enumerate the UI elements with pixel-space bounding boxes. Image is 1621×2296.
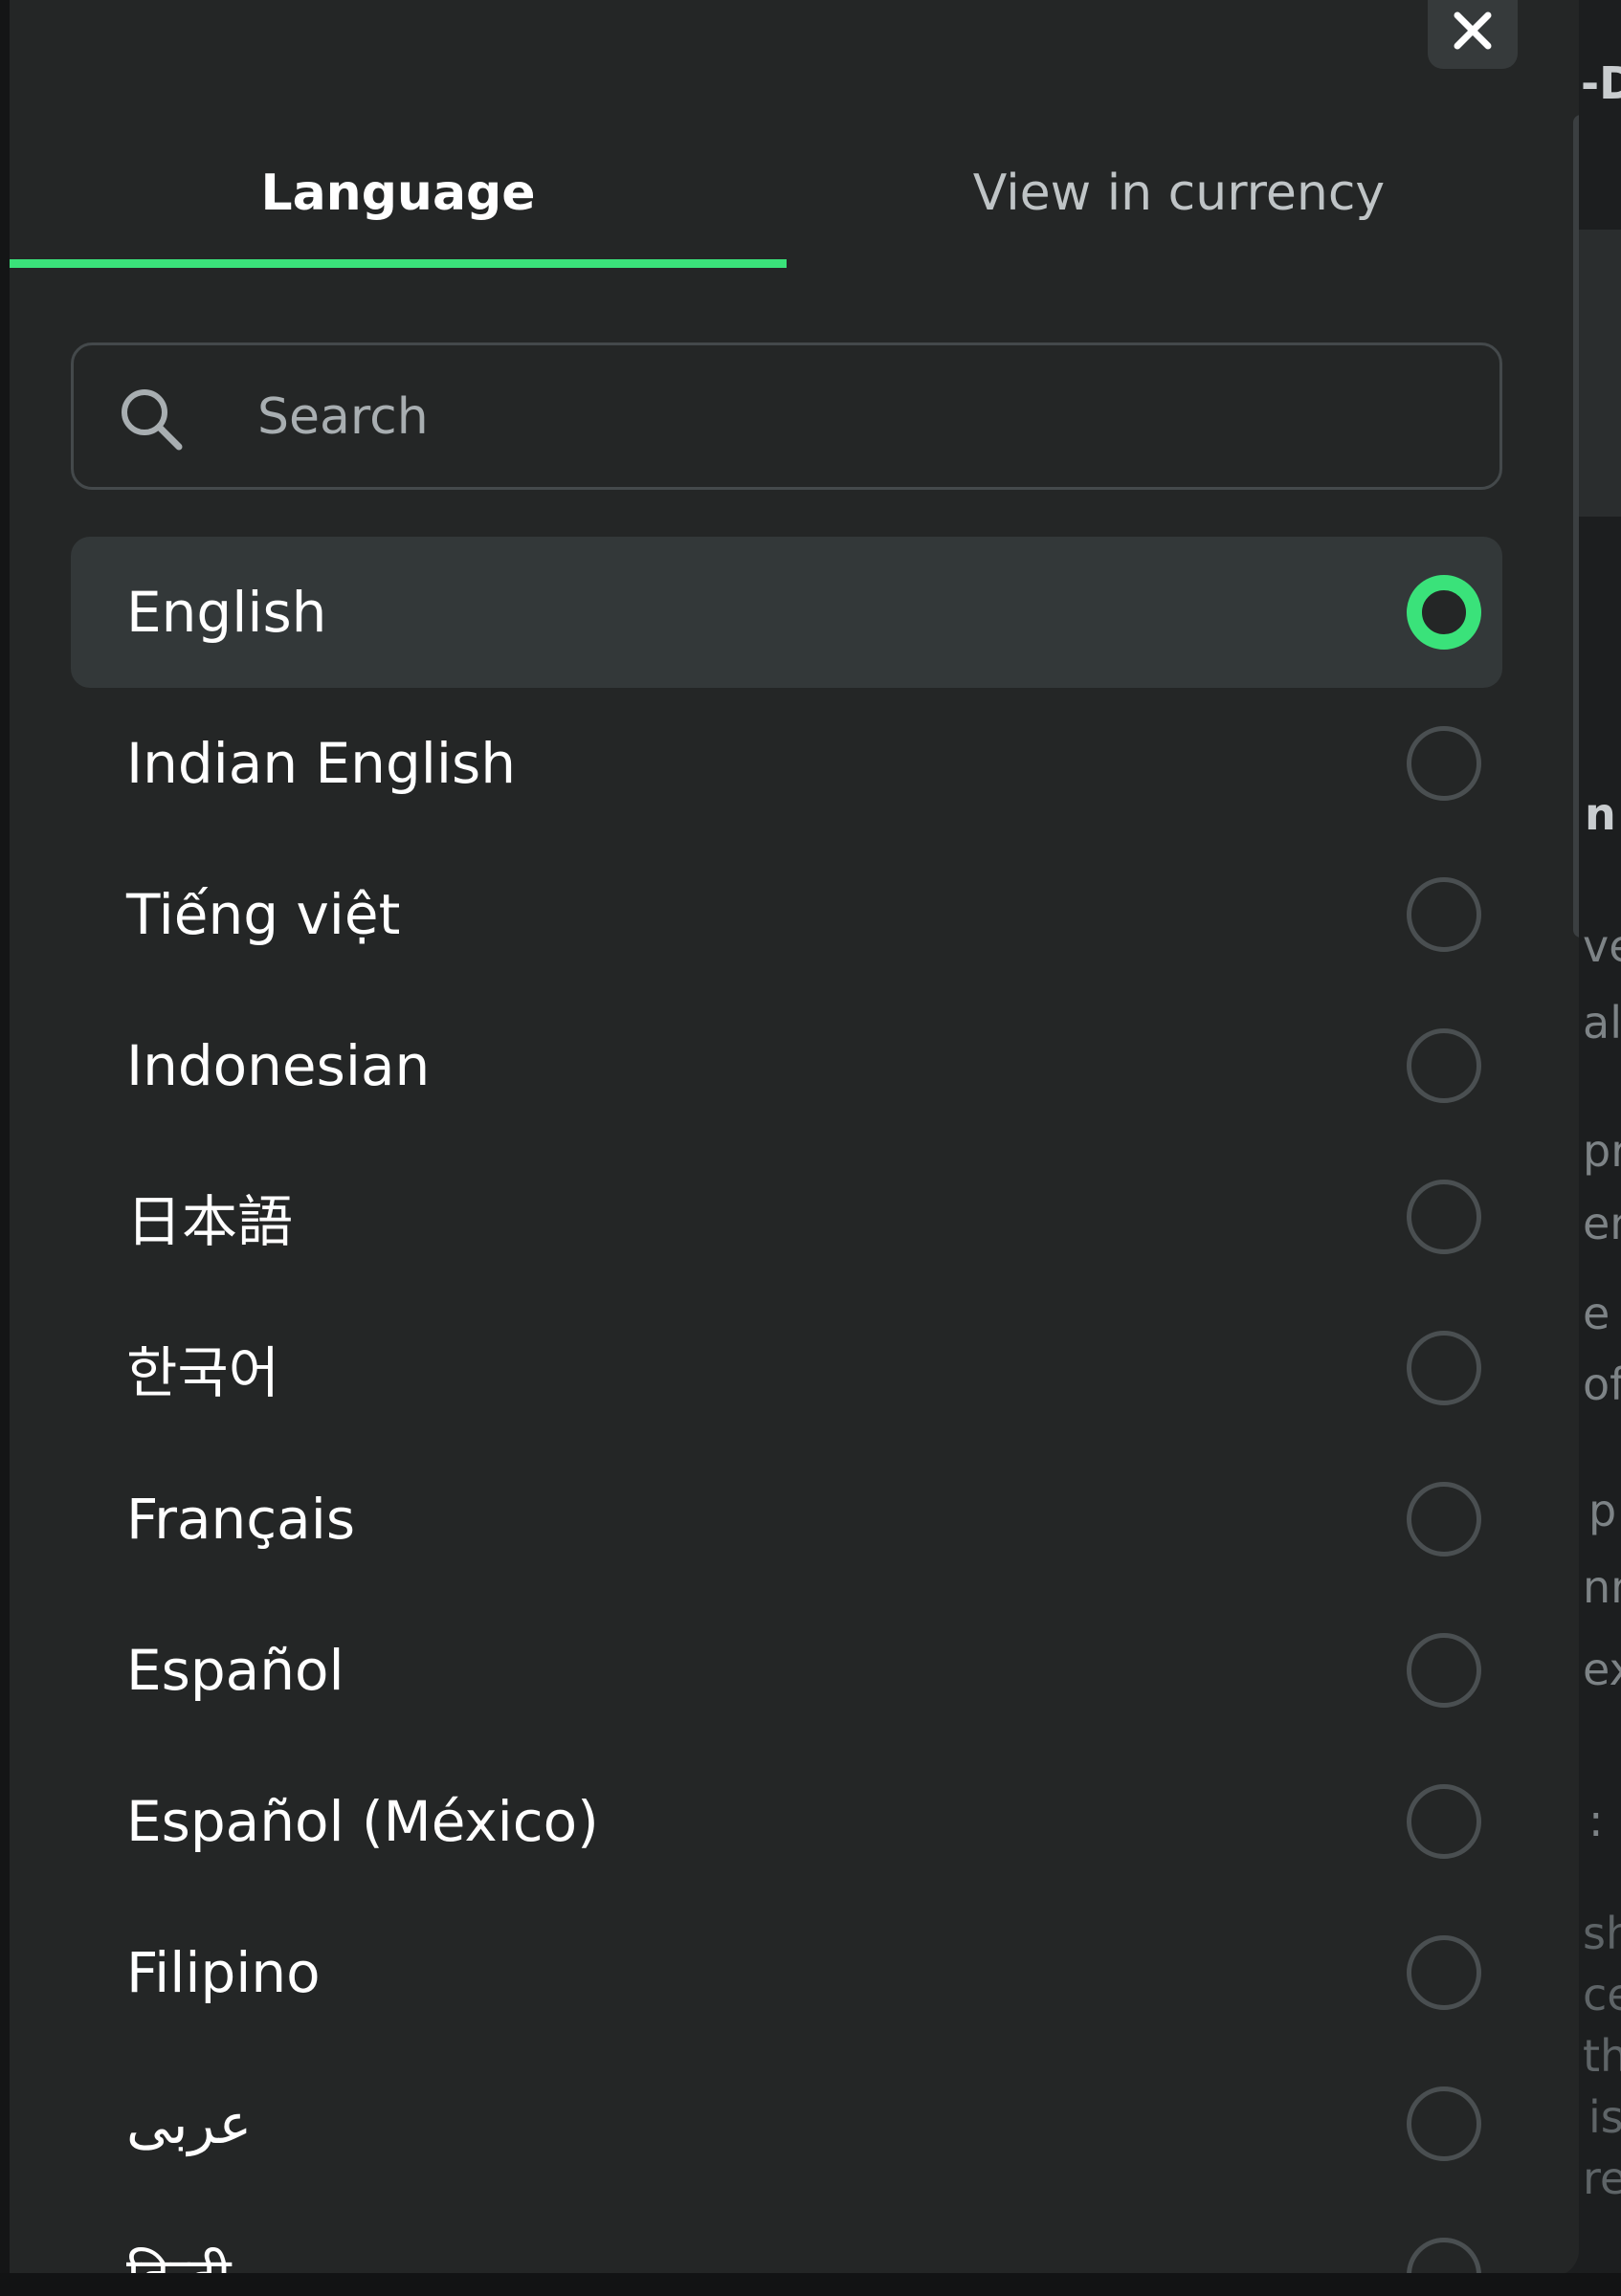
tab-label: View in currency bbox=[972, 165, 1386, 222]
radio-unselected-icon[interactable] bbox=[1407, 877, 1481, 952]
language-option-spanish-mexico[interactable]: Español (México) bbox=[71, 1746, 1502, 1897]
language-label: 한국어 bbox=[126, 1340, 280, 1405]
language-option-japanese[interactable]: 日本語 bbox=[71, 1141, 1502, 1292]
language-option-vietnamese[interactable]: Tiếng việt bbox=[71, 839, 1502, 990]
left-edge-backdrop bbox=[0, 0, 10, 2296]
radio-unselected-icon[interactable] bbox=[1407, 1331, 1481, 1405]
background-text: ex bbox=[1583, 1644, 1621, 1695]
radio-unselected-icon[interactable] bbox=[1407, 1935, 1481, 2010]
radio-unselected-icon[interactable] bbox=[1407, 726, 1481, 801]
background-text: sh bbox=[1583, 1908, 1621, 1959]
language-list: English Indian English Tiếng việt Indone… bbox=[71, 537, 1502, 2277]
language-label: Español (México) bbox=[126, 1789, 599, 1854]
tab-language[interactable]: Language bbox=[10, 134, 787, 268]
active-tab-indicator bbox=[10, 259, 787, 268]
background-text: n bbox=[1585, 788, 1616, 840]
language-label: عربى bbox=[126, 2091, 253, 2156]
tab-view-in-currency[interactable]: View in currency bbox=[796, 134, 1562, 268]
background-text: en bbox=[1583, 1198, 1621, 1249]
language-label: Indonesian bbox=[126, 1033, 431, 1098]
background-text: e g bbox=[1583, 1288, 1621, 1339]
search-input[interactable] bbox=[255, 374, 1461, 460]
search-icon bbox=[122, 389, 183, 451]
language-label: हिन्दी bbox=[126, 2238, 232, 2278]
background-text: p bbox=[1588, 1485, 1617, 1536]
background-text: ce bbox=[1583, 1969, 1621, 2020]
language-label: English bbox=[126, 580, 327, 645]
tab-label: Language bbox=[260, 165, 536, 222]
radio-unselected-icon[interactable] bbox=[1407, 1180, 1481, 1254]
modal-tabs: Language View in currency bbox=[10, 134, 1579, 268]
background-text: : bbox=[1588, 1795, 1604, 1846]
background-text: is bbox=[1588, 2091, 1621, 2143]
language-option-arabic[interactable]: عربى bbox=[71, 2048, 1502, 2199]
language-option-hindi[interactable]: हिन्दी bbox=[71, 2199, 1502, 2277]
background-text: ve bbox=[1583, 920, 1621, 972]
background-text: nn bbox=[1583, 1561, 1621, 1613]
radio-unselected-icon[interactable] bbox=[1407, 1028, 1481, 1103]
language-label: Tiếng việt bbox=[126, 882, 401, 947]
bottom-edge-backdrop bbox=[0, 2273, 1621, 2296]
background-text: the bbox=[1583, 2030, 1621, 2082]
language-option-indonesian[interactable]: Indonesian bbox=[71, 990, 1502, 1141]
language-option-english[interactable]: English bbox=[71, 537, 1502, 688]
background-text: of bbox=[1583, 1358, 1621, 1410]
scrollbar-thumb[interactable] bbox=[1573, 115, 1579, 938]
language-label: Indian English bbox=[126, 731, 516, 796]
background-image-fragment bbox=[1579, 230, 1621, 517]
search-box bbox=[71, 342, 1502, 490]
language-option-spanish[interactable]: Español bbox=[71, 1595, 1502, 1746]
background-text: al bbox=[1583, 997, 1621, 1049]
language-option-french[interactable]: Français bbox=[71, 1444, 1502, 1595]
radio-unselected-icon[interactable] bbox=[1407, 2086, 1481, 2161]
language-option-filipino[interactable]: Filipino bbox=[71, 1897, 1502, 2048]
background-text: rel bbox=[1583, 2152, 1621, 2204]
language-label: Filipino bbox=[126, 1940, 321, 2005]
language-currency-modal: Language View in currency English Indian… bbox=[10, 0, 1579, 2277]
language-label: Français bbox=[126, 1487, 356, 1552]
language-option-indian-english[interactable]: Indian English bbox=[71, 688, 1502, 839]
language-label: 日本語 bbox=[126, 1189, 294, 1254]
radio-unselected-icon[interactable] bbox=[1407, 1633, 1481, 1708]
language-option-korean[interactable]: 한국어 bbox=[71, 1292, 1502, 1444]
radio-unselected-icon[interactable] bbox=[1407, 1784, 1481, 1859]
radio-unselected-icon[interactable] bbox=[1407, 1482, 1481, 1556]
background-text: pro bbox=[1583, 1125, 1621, 1177]
close-button[interactable] bbox=[1428, 0, 1518, 69]
radio-selected-icon[interactable] bbox=[1407, 575, 1481, 650]
radio-unselected-icon[interactable] bbox=[1407, 2238, 1481, 2277]
background-text: -D bbox=[1581, 57, 1621, 109]
language-label: Español bbox=[126, 1638, 344, 1703]
close-icon bbox=[1454, 11, 1492, 50]
